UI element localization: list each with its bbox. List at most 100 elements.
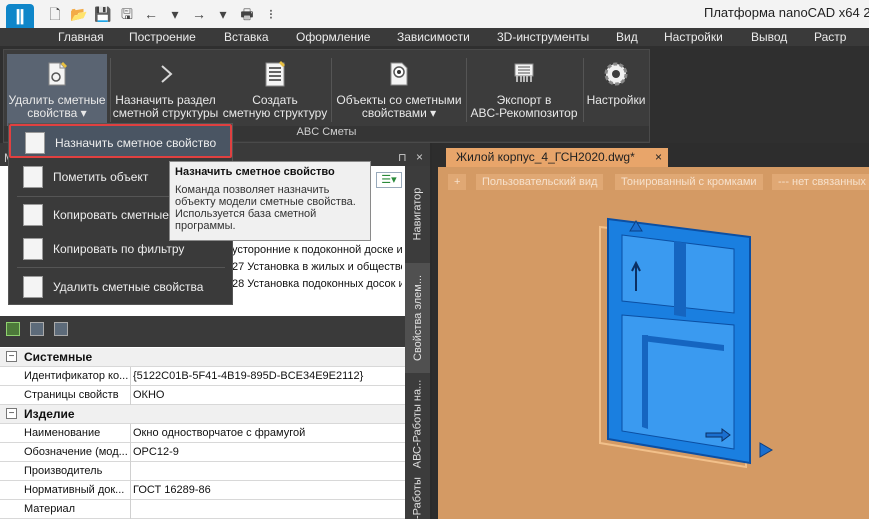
settings-button[interactable]: Настройки — [585, 54, 647, 128]
tooltip-description: Команда позволяет назначить объекту моде… — [175, 184, 356, 232]
list-view-icon[interactable]: ☰▾ — [376, 172, 402, 188]
copy-checked-icon[interactable] — [54, 322, 68, 336]
tab-label: АВС-Работы на... — [411, 379, 424, 469]
property-row[interactable]: Идентификатор ко... {5122C01B-5F41-4B19-… — [0, 367, 405, 386]
redo-icon[interactable]: → — [190, 5, 208, 23]
objects-props-icon — [390, 62, 408, 86]
tab-abc-works-1[interactable]: АВС-Работы на... — [405, 375, 430, 473]
collapse-icon[interactable]: − — [6, 408, 17, 419]
property-value[interactable]: OPC12-9 — [133, 446, 401, 458]
menu-item-assign-property[interactable]: Назначить сметное свойство — [9, 124, 232, 158]
property-key: Производитель — [24, 465, 103, 477]
objects-props-label-2: свойствами ▾ — [361, 106, 437, 120]
menu-3d-tools[interactable]: 3D-инструменты — [497, 28, 589, 46]
property-row[interactable]: Производитель — [0, 462, 405, 481]
visual-style-dropdown[interactable]: Тонированный с кромками — [615, 174, 763, 190]
undo-icon[interactable]: ← — [142, 5, 160, 23]
delete-props-icon — [48, 62, 67, 86]
customize-qat-icon[interactable]: ⁝ — [262, 5, 280, 23]
viewport-add-button[interactable]: + — [448, 174, 467, 190]
app-window: Ⅱ 🗋 📂 💾 🖫 ← ▾ → ▾ 🖶 ⁝ Платформа nanoCAD … — [0, 0, 869, 519]
window-model[interactable] — [588, 205, 778, 475]
grip-right-icon[interactable] — [759, 442, 773, 458]
gear-icon — [604, 62, 628, 86]
category-system[interactable]: − Системные — [0, 348, 405, 367]
property-row[interactable]: Нормативный док... ГОСТ 16289-86 — [0, 481, 405, 500]
property-row[interactable]: Материал — [0, 500, 405, 519]
new-file-icon[interactable]: 🗋 — [46, 5, 64, 23]
document-tab-title: Жилой корпус_4_ГСН2020.dwg* — [456, 150, 635, 164]
delete-props-button[interactable]: Удалить сметные свойства ▾ — [7, 54, 107, 128]
tab-abc-works-2[interactable]: АВС-Работы на... — [405, 475, 430, 519]
category-product[interactable]: − Изделие — [0, 405, 405, 424]
assign-prop-icon — [25, 132, 45, 154]
property-row[interactable]: Обозначение (мод... OPC12-9 — [0, 443, 405, 462]
linked-dropdown[interactable]: --- нет связанных — [772, 174, 869, 190]
property-row[interactable]: Наименование Окно одностворчатое с фраму… — [0, 424, 405, 443]
export-button[interactable]: Экспорт в ABC-Рекомпозитор — [468, 54, 580, 128]
menu-separator — [17, 267, 225, 268]
menu-dependencies[interactable]: Зависимости — [397, 28, 470, 46]
drawing-viewport[interactable]: + Пользовательский вид Тонированный с кр… — [438, 167, 869, 519]
list-item[interactable]: 27 Установка в жилых и обществе — [232, 261, 402, 273]
window-stile — [642, 335, 648, 429]
tooltip-title: Назначить сметное свойство — [175, 166, 335, 178]
menu-item-label: Копировать по фильтру — [53, 242, 185, 256]
column-divider — [130, 500, 131, 519]
close-icon[interactable]: × — [416, 150, 423, 164]
menu-build[interactable]: Построение — [129, 28, 196, 46]
property-key: Идентификатор ко... — [24, 370, 129, 382]
create-structure-label-2: сметную структуру — [222, 106, 328, 120]
close-icon[interactable]: × — [655, 148, 662, 167]
objects-with-props-button[interactable]: Объекты со сметными свойствами ▾ — [334, 54, 464, 128]
ribbon-separator — [466, 58, 467, 122]
pin-icon[interactable]: ⊓ — [398, 151, 407, 164]
category-label: Системные — [24, 350, 93, 364]
menu-raster[interactable]: Растр — [814, 28, 846, 46]
property-grid: − Системные Идентификатор ко... {5122C01… — [0, 347, 405, 519]
list-item[interactable]: усторонние к подоконной доске и — [232, 244, 402, 256]
delete-props-icon — [23, 276, 43, 298]
tab-navigator[interactable]: Навигатор — [405, 166, 430, 261]
assign-section-button[interactable]: Назначить раздел сметной структуры — [112, 54, 219, 128]
menu-insert[interactable]: Вставка — [224, 28, 269, 46]
open-file-icon[interactable]: 📂 — [70, 5, 88, 23]
tab-label: Свойства элем... — [411, 275, 424, 361]
check-all-icon[interactable] — [6, 322, 20, 336]
document-tab[interactable]: Жилой корпус_4_ГСН2020.dwg* × — [446, 148, 668, 167]
ribbon-separator — [583, 58, 584, 122]
vertical-tab-strip: Навигатор Свойства элем... АВС-Работы на… — [405, 166, 430, 519]
ribbon-separator — [331, 58, 332, 122]
menu-view[interactable]: Вид — [616, 28, 638, 46]
copy-icon[interactable] — [30, 322, 44, 336]
save-as-icon[interactable]: 🖫 — [118, 5, 136, 23]
property-row[interactable]: Страницы свойств ОКНО — [0, 386, 405, 405]
menu-item-delete-props[interactable]: Удалить сметные свойства — [9, 270, 232, 304]
category-label: Изделие — [24, 407, 75, 421]
list-item[interactable]: 28 Установка подоконных досок и — [232, 278, 402, 290]
property-value[interactable]: {5122C01B-5F41-4B19-895D-BCE34E9E2112} — [133, 370, 401, 382]
tab-element-properties[interactable]: Свойства элем... — [405, 263, 430, 373]
menu-output[interactable]: Вывод — [751, 28, 787, 46]
view-preset-dropdown[interactable]: Пользовательский вид — [476, 174, 604, 190]
export-icon — [514, 63, 534, 82]
menu-item-label: Копировать сметные с — [53, 208, 179, 222]
collapse-icon[interactable]: − — [6, 351, 17, 362]
undo-dropdown-icon[interactable]: ▾ — [166, 5, 184, 23]
chevron-right-icon — [160, 65, 173, 83]
redo-dropdown-icon[interactable]: ▾ — [214, 5, 232, 23]
export-label-2: ABC-Рекомпозитор — [470, 106, 578, 120]
menu-item-label: Назначить сметное свойство — [55, 136, 217, 150]
menu-home[interactable]: Главная — [58, 28, 104, 46]
print-icon[interactable]: 🖶 — [238, 5, 256, 23]
create-structure-button[interactable]: Создать сметную структуру — [222, 54, 328, 128]
property-value[interactable]: ГОСТ 16289-86 — [133, 484, 401, 496]
menu-bar: Главная Построение Вставка Оформление За… — [0, 28, 869, 46]
menu-settings[interactable]: Настройки — [664, 28, 723, 46]
settings-label: Настройки — [586, 93, 646, 107]
copy-props-icon — [23, 204, 43, 226]
property-value[interactable]: Окно одностворчатое с фрамугой — [133, 427, 401, 439]
save-icon[interactable]: 💾 — [94, 5, 112, 23]
property-value[interactable]: ОКНО — [133, 389, 401, 401]
menu-formatting[interactable]: Оформление — [296, 28, 370, 46]
